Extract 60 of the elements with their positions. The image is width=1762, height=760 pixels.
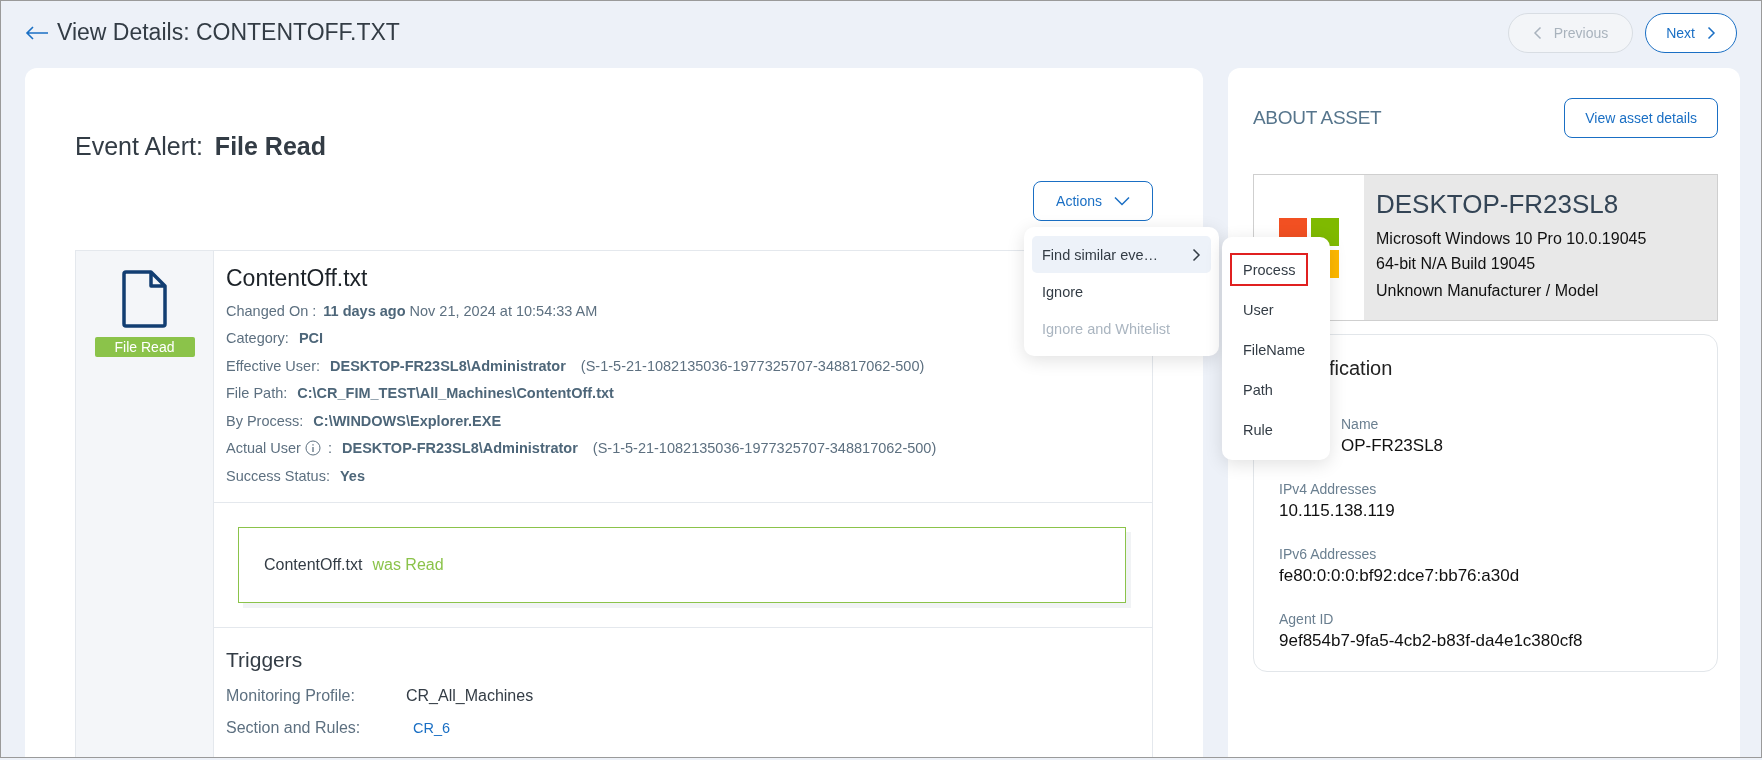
security-id: (S-1-5-21-1082135036-1977325707-348817062-500) (580, 357, 925, 374)
field-value: C:\CR_FIM_TEST\All_Machines\ContentOff.txt (297, 385, 614, 402)
field-label: : (327, 440, 332, 457)
field-label: IPv4 Addresses (1279, 481, 1377, 497)
actions-button[interactable]: Actions (1033, 181, 1153, 221)
menu-item[interactable]: Path (1230, 373, 1286, 406)
os-version: Microsoft Windows 10 Pro 10.0.19045 (1376, 229, 1648, 249)
field-value: C:\WINDOWS\Explorer.EXE (313, 412, 502, 429)
asset-name: DESKTOP-FR23SL8 (1376, 189, 1620, 220)
field-value: DESKTOP-FR23SL8\Administrator (342, 440, 578, 457)
field-value: 11 days ago Nov 21, 2024 at 10:54:33 AM (323, 302, 598, 319)
trigger-value: CR_All_Machines (406, 686, 534, 705)
field-label: Actual User (226, 440, 301, 457)
field-value: PCI (298, 330, 324, 347)
file-name: ContentOff.txt (226, 265, 369, 292)
field-label: By Process: (226, 412, 304, 429)
field-value: Yes (339, 467, 365, 484)
field-label: Success Status: (226, 467, 330, 484)
trigger-label: Monitoring Profile: (226, 686, 356, 705)
event-type: File Read (214, 132, 326, 161)
rule-link[interactable]: CR_6 (413, 719, 451, 736)
field-value: 9ef854b7-9fa5-4cb2-b83f-da4e1c380cf8 (1279, 631, 1583, 651)
message-subject: ContentOff.txt (264, 555, 363, 574)
field-label: Effective User: (226, 357, 321, 374)
field-label: Changed On : (226, 302, 317, 319)
section-heading: ABOUT ASSET (1253, 107, 1382, 129)
field-label: File Path: (226, 385, 288, 402)
field-label: Name (1341, 416, 1379, 432)
security-id: (S-1-5-21-1082135036-1977325707-348817062-500) (592, 440, 937, 457)
field-label: Category: (226, 330, 289, 347)
identification-heading: fication (1328, 357, 1393, 380)
back-arrow-icon (25, 25, 49, 40)
next-button[interactable]: Next (1645, 12, 1737, 53)
trigger-label: Section and Rules: (226, 718, 362, 737)
field-value: OP-FR23SL8 (1341, 436, 1444, 456)
menu-item[interactable]: User (1230, 293, 1287, 326)
menu-item[interactable]: FileName (1230, 333, 1319, 366)
asset-model: Unknown Manufacturer / Model (1376, 282, 1600, 300)
page-title: View Details: CONTENTOFF.TXT (57, 19, 400, 46)
menu-item[interactable]: Ignore (1032, 273, 1211, 310)
chevron-down-icon (1114, 196, 1130, 206)
menu-item[interactable]: Rule (1230, 413, 1286, 446)
menu-item[interactable]: Process (1230, 253, 1309, 286)
file-icon (120, 269, 169, 329)
message-action: was Read (372, 555, 444, 574)
os-version: 64-bit N/A Build 19045 (1376, 254, 1537, 274)
back-button[interactable] (25, 25, 49, 40)
triggers-heading: Triggers (226, 647, 304, 672)
field-label: Agent ID (1279, 611, 1334, 627)
field-value: fe80:0:0:0:bf92:dce7:bb76:a30d (1279, 566, 1520, 586)
field-value: DESKTOP-FR23SL8\Administrator (330, 357, 566, 374)
field-label: IPv6 Addresses (1279, 546, 1377, 562)
chevron-right-icon (1707, 25, 1716, 40)
chevron-left-icon (1532, 25, 1542, 40)
menu-item[interactable]: Find similar eve… (1032, 236, 1211, 273)
view-asset-details-button[interactable]: View asset details (1564, 98, 1718, 138)
field-value: 10.115.138.119 (1279, 501, 1395, 521)
event-type-badge: File Read (94, 337, 195, 357)
event-alert-label: Event Alert: (75, 132, 203, 161)
chevron-right-icon (1192, 247, 1201, 262)
